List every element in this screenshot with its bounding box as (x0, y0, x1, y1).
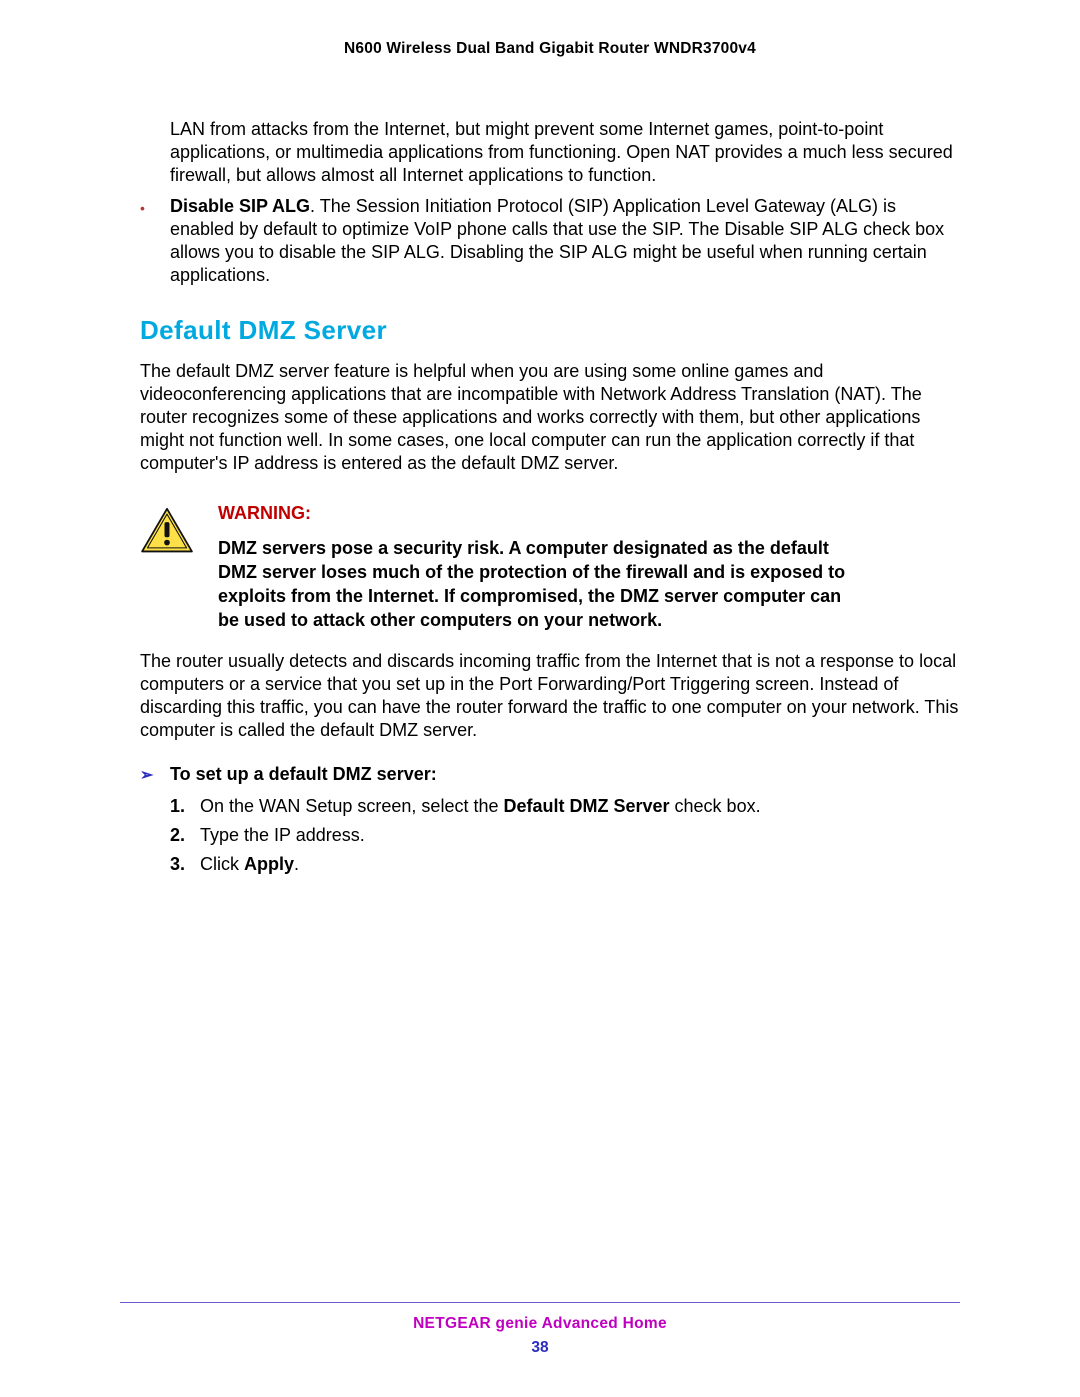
step-body: On the WAN Setup screen, select the Defa… (200, 795, 761, 818)
footer-section-name: NETGEAR genie Advanced Home (120, 1315, 960, 1333)
section-paragraph-2: The router usually detects and discards … (140, 650, 960, 742)
bullet-continuation-text: LAN from attacks from the Internet, but … (170, 118, 960, 187)
step-post: . (294, 854, 299, 874)
warning-icon-col (140, 503, 218, 632)
procedure-heading-row: ➢ To set up a default DMZ server: (140, 764, 960, 785)
section-paragraph-1: The default DMZ server feature is helpfu… (140, 360, 960, 475)
continued-bullet-list: LAN from attacks from the Internet, but … (140, 118, 960, 287)
page-footer: NETGEAR genie Advanced Home 38 (120, 1302, 960, 1357)
bullet-body: Disable SIP ALG. The Session Initiation … (170, 195, 960, 287)
procedure-title: To set up a default DMZ server: (170, 764, 437, 785)
step-pre: On the WAN Setup screen, select the (200, 796, 503, 816)
step-number: 2. (170, 824, 200, 847)
warning-block: WARNING: DMZ servers pose a security ris… (140, 503, 960, 632)
bullet-dot-icon: • (140, 195, 170, 287)
step-body: Type the IP address. (200, 824, 365, 847)
warning-body: DMZ servers pose a security risk. A comp… (218, 536, 860, 632)
section-heading: Default DMZ Server (140, 315, 960, 346)
step-number: 3. (170, 853, 200, 876)
step-body: Click Apply. (200, 853, 299, 876)
warning-triangle-icon (140, 507, 194, 555)
step-post: check box. (670, 796, 761, 816)
bullet-item-sip: • Disable SIP ALG. The Session Initiatio… (140, 195, 960, 287)
step-number: 1. (170, 795, 200, 818)
step-pre: Type the IP address. (200, 825, 365, 845)
page-header-title: N600 Wireless Dual Band Gigabit Router W… (140, 40, 960, 58)
procedure-arrow-icon: ➢ (140, 765, 170, 785)
procedure-step: 1. On the WAN Setup screen, select the D… (140, 795, 960, 818)
step-bold: Default DMZ Server (503, 796, 669, 816)
bullet-label: Disable SIP ALG (170, 196, 310, 216)
step-pre: Click (200, 854, 244, 874)
procedure-step: 3. Click Apply. (140, 853, 960, 876)
warning-text-col: WARNING: DMZ servers pose a security ris… (218, 503, 960, 632)
step-bold: Apply (244, 854, 294, 874)
procedure-steps: 1. On the WAN Setup screen, select the D… (140, 795, 960, 876)
manual-page: N600 Wireless Dual Band Gigabit Router W… (0, 0, 1080, 1397)
footer-page-number: 38 (120, 1339, 960, 1357)
warning-label: WARNING: (218, 503, 860, 524)
procedure-step: 2. Type the IP address. (140, 824, 960, 847)
